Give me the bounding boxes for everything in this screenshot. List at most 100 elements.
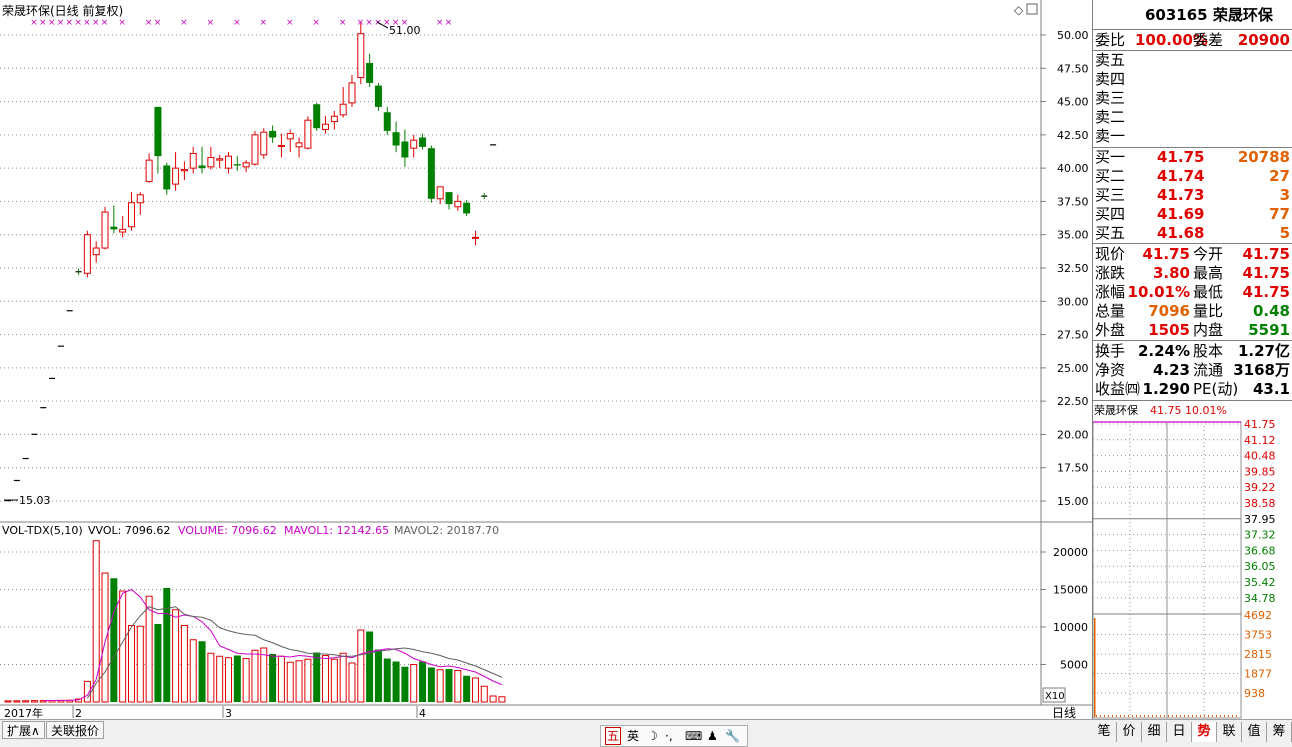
price-tick-label: 20.00 xyxy=(1057,428,1089,441)
high-annotation: 51.00 xyxy=(389,24,421,37)
sell-label: 卖四 xyxy=(1095,70,1126,88)
finance-value: 3168万 xyxy=(1233,361,1290,379)
stat-label: 内盘 xyxy=(1193,321,1224,339)
price-tick-label: 40.00 xyxy=(1057,162,1089,175)
volume-bar xyxy=(463,675,471,702)
intraday-minichart[interactable]: 荣晟环保 41.75 10.01% 41.75 41.12 40.48 39.85 39… xyxy=(1093,402,1292,720)
ime-toolbar[interactable]: 五 英 ☽ ·, ⌨ ♟ 🔧 xyxy=(600,725,748,747)
mini-price-tick: 39.22 xyxy=(1244,481,1276,494)
marker-x-icon: × xyxy=(30,18,38,28)
stat-value: 3.80 xyxy=(1152,264,1190,282)
price-tick-label: 30.00 xyxy=(1057,295,1089,308)
ime-mode-icon[interactable]: 五 xyxy=(605,727,621,745)
stock-code-name: 603165 荣晟环保 xyxy=(1145,6,1273,24)
volume-bar xyxy=(357,629,365,703)
buy-row: 买三 41.73 3 xyxy=(1093,186,1292,205)
mini-price-tick: 41.12 xyxy=(1244,434,1276,447)
sell-label: 卖五 xyxy=(1095,51,1126,69)
stat-value: 41.75 xyxy=(1142,245,1190,263)
ime-punct-icon[interactable]: ·, xyxy=(665,726,673,746)
volume-bar xyxy=(286,661,294,703)
finance-row: 换手 2.24% 股本 1.27亿 xyxy=(1093,342,1292,361)
volume-bar xyxy=(251,649,259,703)
price-tick-label: 42.50 xyxy=(1057,129,1089,142)
quote-tab[interactable]: 值 xyxy=(1242,722,1267,742)
marker-x-icon: × xyxy=(66,18,74,28)
ime-moon-icon[interactable]: ☽ xyxy=(647,726,658,746)
quote-tab[interactable]: 细 xyxy=(1142,722,1167,742)
price-tick-label: 37.50 xyxy=(1057,195,1089,208)
weicha-label: 委差 xyxy=(1193,31,1224,49)
stat-value: 5591 xyxy=(1248,321,1290,339)
expand-tab[interactable]: 扩展∧ xyxy=(2,721,45,739)
volume-tick-label: 5000 xyxy=(1060,659,1088,672)
volume-bar xyxy=(101,572,109,703)
volume-bar xyxy=(304,658,312,703)
ime-keyboard-icon[interactable]: ⌨ xyxy=(685,726,702,746)
volume-bar xyxy=(454,670,462,703)
buy-row: 买二 41.74 27 xyxy=(1093,167,1292,186)
buy-volume: 27 xyxy=(1269,167,1290,185)
stat-label: 最低 xyxy=(1193,283,1224,301)
stat-label: 最高 xyxy=(1193,264,1224,282)
price-tick-label: 32.50 xyxy=(1057,262,1089,275)
buy-label: 买四 xyxy=(1095,205,1126,223)
weibi-label: 委比 xyxy=(1095,31,1126,49)
candle xyxy=(304,116,312,150)
buy-label: 买五 xyxy=(1095,224,1126,242)
marker-x-icon: × xyxy=(74,18,82,28)
finance-value: 1.290 xyxy=(1142,380,1190,398)
volume-value: VOLUME: 7096.62 xyxy=(178,524,277,537)
quote-tab[interactable]: 势 xyxy=(1192,722,1217,742)
volume-bar xyxy=(207,652,215,703)
maximize-icon[interactable] xyxy=(1026,3,1038,15)
buy-volume: 3 xyxy=(1279,186,1290,204)
ime-wrench-icon[interactable]: 🔧 xyxy=(725,726,740,746)
volume-bar xyxy=(392,661,400,702)
volume-bar xyxy=(498,696,506,703)
ime-user-icon[interactable]: ♟ xyxy=(707,726,718,746)
quote-tab[interactable]: 笔 xyxy=(1092,722,1117,742)
marker-x-icon: × xyxy=(154,18,162,28)
kline-chart[interactable]: 50.00 47.50 45.00 42.50 40.00 37.50 35.00 32.50… xyxy=(0,0,1092,746)
volume-bar xyxy=(436,669,444,703)
quote-panel: 603165 荣晟环保 委比 100.00% 委差 20900 卖五 卖四 卖三 卖二… xyxy=(1092,0,1292,746)
ime-lang-icon[interactable]: 英 xyxy=(627,726,639,746)
mini-price-tick: 38.58 xyxy=(1244,497,1276,510)
price-tick-label: 17.50 xyxy=(1057,462,1089,475)
stat-value: 41.75 xyxy=(1242,264,1290,282)
volume-bar xyxy=(348,662,356,703)
quote-tab[interactable]: 联 xyxy=(1217,722,1242,742)
related-quote-tab[interactable]: 关联报价 xyxy=(46,721,105,739)
volume-bar xyxy=(154,624,162,702)
price-tick-label: 25.00 xyxy=(1057,362,1089,375)
buy-row: 买一 41.75 20788 xyxy=(1093,148,1292,167)
period-label[interactable]: 日线 xyxy=(1052,706,1076,720)
volume-tick-label: 10000 xyxy=(1053,621,1088,634)
volume-bar xyxy=(401,666,409,702)
volume-bar xyxy=(366,631,374,702)
marker-x-icon: × xyxy=(286,18,294,28)
volume-bar xyxy=(419,661,427,702)
weibi-row: 委比 100.00% 委差 20900 xyxy=(1093,31,1292,50)
stat-value: 0.48 xyxy=(1252,302,1290,320)
marker-x-icon: × xyxy=(233,18,241,28)
mini-volume-tick: 3753 xyxy=(1244,629,1272,642)
mini-price-tick: 40.48 xyxy=(1244,450,1276,463)
candle xyxy=(374,82,382,111)
diamond-icon[interactable]: ◇ xyxy=(1014,3,1024,17)
quote-tab[interactable]: 日 xyxy=(1167,722,1192,742)
mini-volume-tick: 938 xyxy=(1244,687,1265,700)
price-tick-label: 15.00 xyxy=(1057,495,1089,508)
chart-title: 荣晟环保(日线 前复权) xyxy=(2,3,123,18)
buy-row: 买四 41.69 77 xyxy=(1093,205,1292,224)
quote-tab[interactable]: 价 xyxy=(1117,722,1142,742)
mavol2-value: MAVOL2: 20187.70 xyxy=(394,524,499,537)
candle xyxy=(101,206,109,250)
volume-tick-label: 15000 xyxy=(1053,584,1088,597)
marker-x-icon: × xyxy=(445,18,453,28)
bottom-toolbar: 扩展∧ 关联报价 五 英 ☽ ·, ⌨ ♟ 🔧 笔价细日势联值筹 xyxy=(0,719,1292,747)
price-tick-label: 22.50 xyxy=(1057,395,1089,408)
quote-tab[interactable]: 筹 xyxy=(1267,722,1292,742)
volume-bar xyxy=(489,695,497,703)
